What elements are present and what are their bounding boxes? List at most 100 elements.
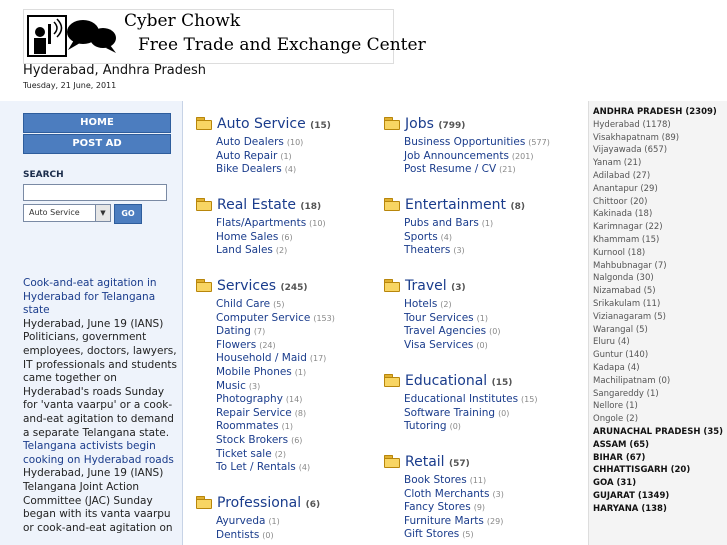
subcategory-link[interactable]: Auto Repair [216,150,277,162]
state-link[interactable]: ASSAM (65) [593,439,725,452]
state-city-list: ANDHRA PRADESH (2309) Hyderabad (1178) Vis… [593,106,725,516]
subcategory-link[interactable]: Tutoring [404,420,447,432]
subcategory-link[interactable]: Flats/Apartments [216,217,306,229]
state-link[interactable]: GOA (31) [593,477,725,490]
subcategory-count: (21) [499,165,516,175]
subcategory-link[interactable]: Stock Brokers [216,434,288,446]
subcategory-link[interactable]: Flowers [216,339,256,351]
city-link[interactable]: Nizamabad (5) [593,285,725,298]
subcategory-link[interactable]: Job Announcements [404,150,509,162]
search-go-button[interactable]: GO [114,204,142,224]
category-title[interactable]: Retail [405,454,445,470]
subcategory-link[interactable]: Dentists [216,529,259,541]
category-educational: Educational (15) Educational Institutes(… [384,371,537,434]
subcategory-link[interactable]: Bike Dealers [216,163,282,175]
city-link[interactable]: Kurnool (18) [593,247,725,260]
state-link[interactable]: ARUNACHAL PRADESH (35) [593,426,725,439]
subcategory-link[interactable]: Business Opportunities [404,136,525,148]
subcategory-link[interactable]: Educational Institutes [404,393,518,405]
category-title[interactable]: Professional [217,495,301,511]
state-link[interactable]: HARYANA (138) [593,503,725,516]
subcategory-link[interactable]: Ayurveda [216,515,265,527]
subcategory-link[interactable]: Music [216,380,246,392]
city-link[interactable]: Warangal (5) [593,324,725,337]
city-link[interactable]: Anantapur (29) [593,183,725,196]
subcategory-link[interactable]: Travel Agencies [404,325,486,337]
city-link[interactable]: Adilabad (27) [593,170,725,183]
subcategory-link[interactable]: Fancy Stores [404,501,471,513]
subcategory-link[interactable]: Child Care [216,298,270,310]
search-input[interactable] [23,184,167,201]
subcategory-link[interactable]: Roommates [216,420,279,432]
subcategory-link[interactable]: Mobile Phones [216,366,292,378]
subcategory-link[interactable]: Tour Services [404,312,474,324]
subcategory-link[interactable]: Photography [216,393,283,405]
subcategory-link[interactable]: Land Sales [216,244,273,256]
subcategory-link[interactable]: Ticket sale [216,448,272,460]
city-link[interactable]: Nalgonda (30) [593,272,725,285]
category-title[interactable]: Services [217,278,276,294]
subcategory-link[interactable]: Cloth Merchants [404,488,490,500]
category-retail: Retail (57) Book Stores (11) Cloth Mercha… [384,452,504,542]
city-link[interactable]: Eluru (4) [593,336,725,349]
subcategory-item: To Let / Rentals (4) [216,461,335,475]
post-ad-button[interactable]: POST AD [23,134,171,154]
subcategory-link[interactable]: Dating [216,325,251,337]
home-button[interactable]: HOME [23,113,171,133]
city-link[interactable]: Vizianagaram (5) [593,311,725,324]
subcategory-item: Photography (14) [216,393,335,407]
subcategory-item: Auto Dealers (10) [216,136,331,150]
city-link[interactable]: Karimnagar (22) [593,221,725,234]
subcategory-link[interactable]: Repair Service [216,407,292,419]
subcategory-link[interactable]: Furniture Marts [404,515,484,527]
state-link[interactable]: ANDHRA PRADESH (2309) [593,106,725,119]
subcategory-link[interactable]: To Let / Rentals [216,461,296,473]
subcategory-item: Flowers (24) [216,339,335,353]
subcategory-link[interactable]: Household / Maid [216,352,307,364]
subcategory-link[interactable]: Computer Service [216,312,310,324]
city-link[interactable]: Srikakulam (11) [593,298,725,311]
subcategory-link[interactable]: Hotels [404,298,437,310]
subcategory-link[interactable]: Software Training [404,407,495,419]
category-title[interactable]: Auto Service [217,116,306,132]
category-title[interactable]: Entertainment [405,197,506,213]
category-select[interactable]: Auto Service ▼ [23,204,111,222]
city-link[interactable]: Kadapa (4) [593,362,725,375]
city-link[interactable]: Chittoor (20) [593,196,725,209]
state-link[interactable]: BIHAR (67) [593,452,725,465]
category-title[interactable]: Jobs [405,116,434,132]
category-title[interactable]: Travel [405,278,447,294]
city-link[interactable]: Yanam (21) [593,157,725,170]
city-link[interactable]: Kakinada (18) [593,208,725,221]
city-link[interactable]: Nellore (1) [593,400,725,413]
category-title[interactable]: Educational [405,373,487,389]
news-headline[interactable]: Cook-and-eat agitation in Hyderabad for … [23,277,179,318]
subcategory-link[interactable]: Visa Services [404,339,473,351]
subcategory-link[interactable]: Post Resume / CV [404,163,496,175]
subcategory-link[interactable]: Home Sales [216,231,278,243]
city-link[interactable]: Machilipatnam (0) [593,375,725,388]
subcategory-link[interactable]: Auto Dealers [216,136,284,148]
subcategory-count: (6) [281,232,293,242]
city-link[interactable]: Hyderabad (1178) [593,119,725,132]
news-headline[interactable]: Telangana activists begin cooking on Hyd… [23,440,179,467]
state-link[interactable]: CHHATTISGARH (20) [593,464,725,477]
city-link[interactable]: Vijayawada (657) [593,144,725,157]
city-link[interactable]: Khammam (15) [593,234,725,247]
people-chat-logo-icon [27,15,116,57]
city-link[interactable]: Guntur (140) [593,349,725,362]
city-link[interactable]: Ongole (2) [593,413,725,426]
city-link[interactable]: Sangareddy (1) [593,388,725,401]
logo-title: Cyber Chowk [124,11,241,31]
subcategory-link[interactable]: Theaters [404,244,450,256]
subcategory-link[interactable]: Pubs and Bars [404,217,479,229]
chevron-down-icon[interactable]: ▼ [95,205,110,221]
subcategory-link[interactable]: Gift Stores [404,528,459,540]
city-link[interactable]: Mahbubnagar (7) [593,260,725,273]
subcategory-link[interactable]: Book Stores [404,474,467,486]
site-logo[interactable]: Cyber Chowk Free Trade and Exchange Cent… [23,9,426,64]
city-link[interactable]: Visakhapatnam (89) [593,132,725,145]
state-link[interactable]: GUJARAT (1349) [593,490,725,503]
category-title[interactable]: Real Estate [217,197,296,213]
subcategory-link[interactable]: Sports [404,231,438,243]
